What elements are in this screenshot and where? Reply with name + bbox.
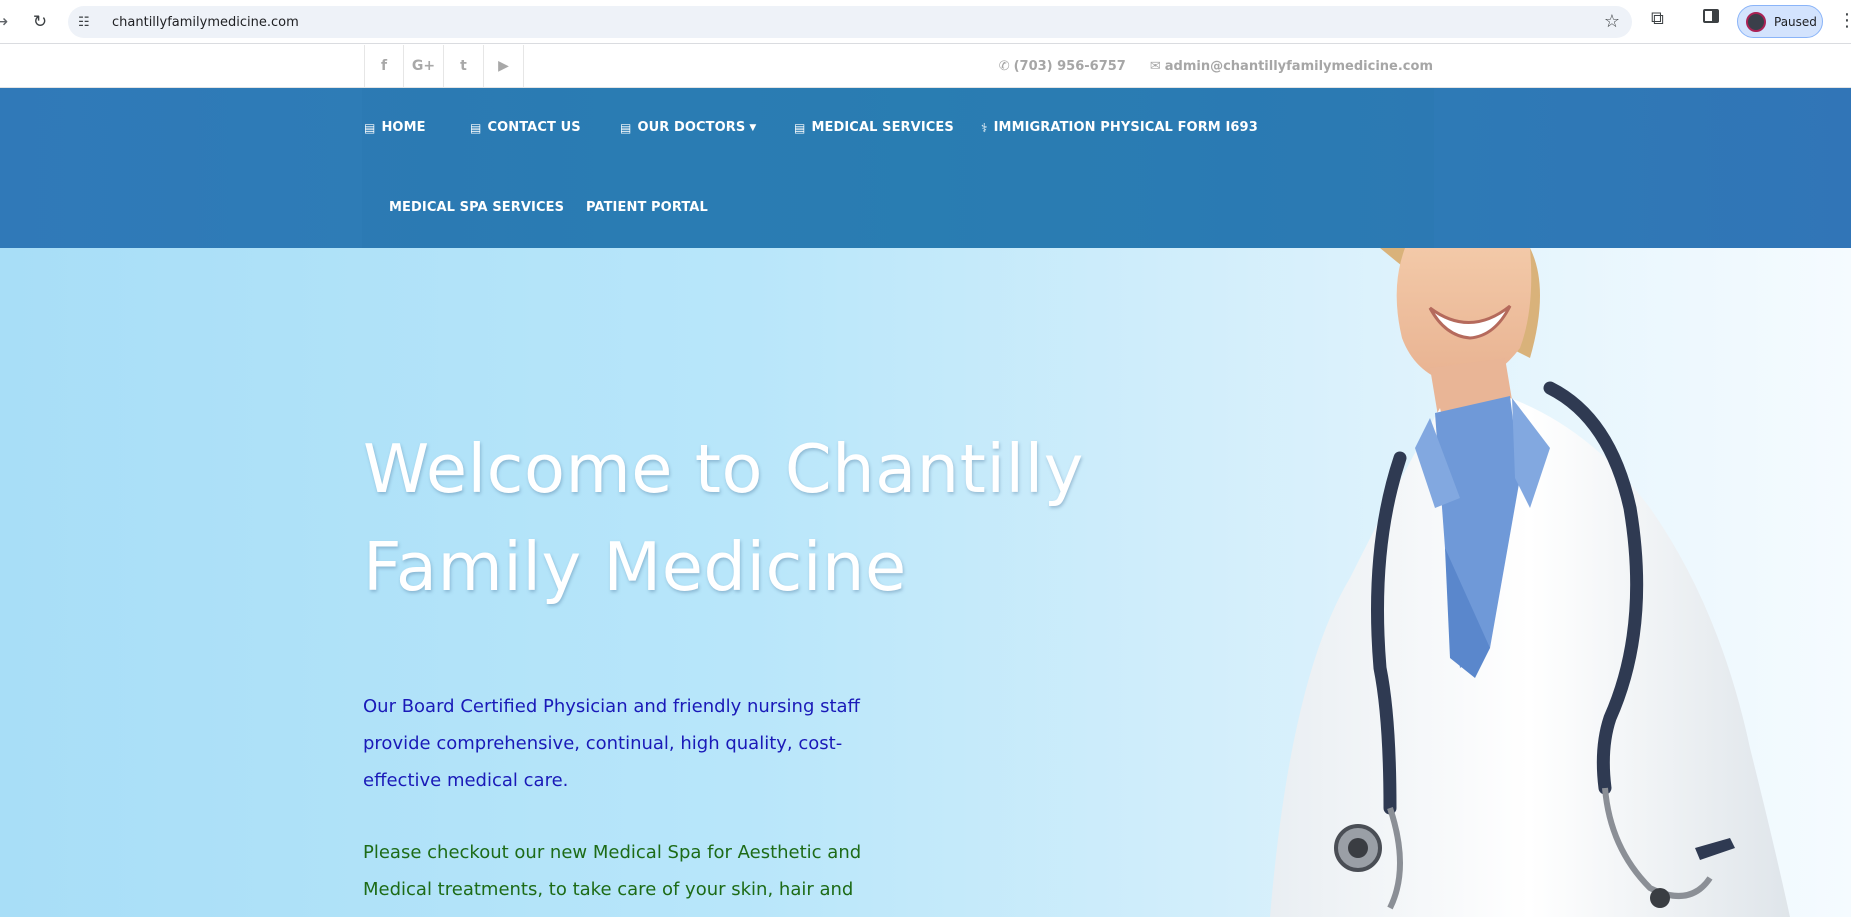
hospital-icon: ▤ [364, 120, 376, 135]
hospital-icon: ▤ [470, 120, 482, 135]
facebook-icon[interactable]: f [364, 45, 404, 87]
hospital-icon: ▤ [620, 120, 632, 135]
hero-spa-text: Please checkout our new Medical Spa for … [363, 842, 862, 917]
main-navigation: ▤ HOME ▤ CONTACT US ▤ OUR DOCTORS ▼ ▤ MEDICAL… [0, 88, 1851, 248]
hospital-icon: ▤ [794, 120, 806, 135]
google-plus-icon[interactable]: G+ [404, 45, 444, 87]
chevron-down-icon: ▼ [749, 122, 757, 133]
profile-status-label: Paused [1774, 14, 1817, 29]
profile-button[interactable]: Paused [1737, 5, 1823, 38]
top-contact-bar: f G+ t ▶ ✆ (703) 956-6757 ✉ admin@chanti… [0, 45, 1851, 88]
side-panel-icon[interactable] [1703, 9, 1719, 23]
browser-toolbar: → ↻ ☷ chantillyfamilymedicine.com ☆ ⧉ Pa… [0, 0, 1851, 44]
contact-info: ✆ (703) 956-6757 ✉ admin@chantillyfamily… [999, 45, 1433, 88]
email-icon: ✉ [1149, 59, 1161, 74]
nav-item-label: MEDICAL SPA SERVICES [389, 200, 565, 215]
bookmark-star-icon[interactable]: ☆ [1604, 11, 1620, 32]
forward-icon[interactable]: → [0, 8, 12, 36]
nav-item-our-doctors[interactable]: ▤ OUR DOCTORS ▼ [620, 120, 756, 135]
hero-title: Welcome to Chantilly Family Medicine [363, 430, 1084, 606]
nav-container [362, 88, 1434, 248]
address-bar[interactable]: ☷ chantillyfamilymedicine.com ☆ [68, 6, 1632, 38]
hero-intro-text: Our Board Certified Physician and friend… [363, 696, 860, 791]
nav-item-label: OUR DOCTORS [637, 120, 746, 135]
extensions-icon[interactable]: ⧉ [1651, 8, 1664, 29]
nav-item-label: HOME [381, 120, 426, 135]
nav-item-label: PATIENT PORTAL [586, 200, 708, 215]
browser-menu-icon[interactable]: ⋮ [1838, 10, 1851, 31]
phone-number[interactable]: (703) 956-6757 [1014, 59, 1126, 74]
avatar [1746, 11, 1766, 32]
twitter-icon[interactable]: t [444, 45, 484, 87]
nav-item-label: CONTACT US [487, 120, 581, 135]
nav-item-label: MEDICAL SERVICES [811, 120, 954, 135]
nav-item-immigration-physical[interactable]: ⚕ IMMIGRATION PHYSICAL FORM I693 [981, 120, 1258, 135]
doctor-image [1270, 248, 1790, 917]
social-links: f G+ t ▶ [364, 45, 524, 88]
nav-item-home[interactable]: ▤ HOME [364, 120, 426, 135]
nav-item-contact-us[interactable]: ▤ CONTACT US [470, 120, 581, 135]
url-text[interactable]: chantillyfamilymedicine.com [112, 15, 299, 30]
youtube-icon[interactable]: ▶ [484, 45, 524, 87]
reload-icon[interactable]: ↻ [26, 8, 54, 36]
nav-item-medical-services[interactable]: ▤ MEDICAL SERVICES [794, 120, 954, 135]
nav-item-label: IMMIGRATION PHYSICAL FORM I693 [993, 120, 1258, 135]
hero-section: Welcome to Chantilly Family Medicine Our… [0, 248, 1851, 917]
phone-icon: ✆ [998, 59, 1010, 74]
email-address[interactable]: admin@chantillyfamilymedicine.com [1165, 59, 1433, 74]
site-info-icon[interactable]: ☷ [78, 15, 98, 30]
stethoscope-icon: ⚕ [981, 120, 988, 135]
nav-item-medical-spa[interactable]: MEDICAL SPA SERVICES [389, 200, 564, 215]
nav-item-patient-portal[interactable]: PATIENT PORTAL [586, 200, 708, 215]
